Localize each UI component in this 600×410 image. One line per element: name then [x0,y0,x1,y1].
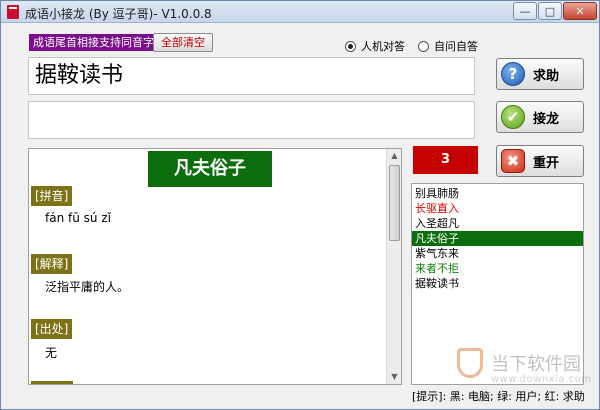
radio-unselected-icon[interactable] [418,40,429,52]
check-icon: ✔ [501,105,525,129]
history-list[interactable]: 别具肺肠 长驱直入 入圣超凡 凡夫俗子 紫气东来 来者不拒 据鞍读书 [411,183,584,385]
history-item[interactable]: 长驱直入 [412,201,583,216]
history-item[interactable]: 据鞍读书 [412,276,583,291]
detail-scrollbar[interactable]: ▲ ▼ [386,149,401,384]
maximize-button[interactable]: □ [538,2,562,20]
mode-self-play-label: 自问自答 [434,40,478,53]
reset-button[interactable]: ✖ 重开 [496,145,584,177]
mode-human-vs-computer-label: 人机对答 [361,40,405,53]
scroll-up-arrow-icon[interactable]: ▲ [387,149,402,163]
question-icon: ? [501,62,525,86]
idiom-detail-panel: 凡夫俗子 [拼音] fán fū sú zǐ [解释] 泛指平庸的人。 [出处]… [28,148,402,385]
minimize-button[interactable]: — [513,2,537,20]
scroll-down-arrow-icon[interactable]: ▼ [387,370,402,384]
close-icon: ✕ [575,4,585,18]
next-section-tag [31,381,73,384]
book-icon [7,5,19,19]
minimize-icon: — [519,4,531,18]
reset-button-label: 重开 [533,155,560,171]
history-item[interactable]: 来者不拒 [412,261,583,276]
detail-word-banner: 凡夫俗子 [148,151,272,187]
close-button[interactable]: ✕ [563,2,597,20]
mode-human-vs-computer[interactable]: 人机对答 [345,38,405,54]
source-tag: [出处] [31,319,73,339]
rule-hint-label: 成语尾首相接支持同音字 [29,34,158,51]
title-bar: 成语小接龙 (By 逗子哥)- V1.0.0.8 — □ ✕ [1,1,599,23]
mode-self-play[interactable]: 自问自答 [418,38,478,54]
help-button[interactable]: ? 求助 [496,58,584,90]
accept-button-label: 接龙 [533,111,560,127]
window-title: 成语小接龙 (By 逗子哥)- V1.0.0.8 [25,7,212,21]
history-item[interactable]: 凡夫俗子 [412,231,583,246]
history-item[interactable]: 别具肺肠 [412,186,583,201]
pinyin-tag: [拼音] [31,186,73,206]
meaning-tag: [解释] [31,254,73,274]
history-item[interactable]: 紫气东来 [412,246,583,261]
current-idiom-display: 据鞍读书 [28,57,475,95]
app-window: 成语小接龙 (By 逗子哥)- V1.0.0.8 — □ ✕ 成语尾首相接支持同… [0,0,600,410]
clear-all-button[interactable]: 全部清空 [153,33,213,52]
radio-selected-icon[interactable] [345,40,356,52]
stop-icon: ✖ [501,149,525,173]
help-button-label: 求助 [533,68,560,84]
scroll-thumb[interactable] [389,165,400,241]
maximize-icon: □ [544,4,556,18]
history-item[interactable]: 入圣超凡 [412,216,583,231]
accept-button[interactable]: ✔ 接龙 [496,101,584,133]
chain-counter: 3 [413,146,478,174]
answer-input[interactable] [28,101,475,139]
color-legend: [提示]: 黑: 电脑; 绿: 用户; 红: 求助 [412,390,585,403]
source-text: 无 [45,346,58,360]
meaning-text: 泛指平庸的人。 [45,280,130,294]
pinyin-text: fán fū sú zǐ [45,211,111,225]
